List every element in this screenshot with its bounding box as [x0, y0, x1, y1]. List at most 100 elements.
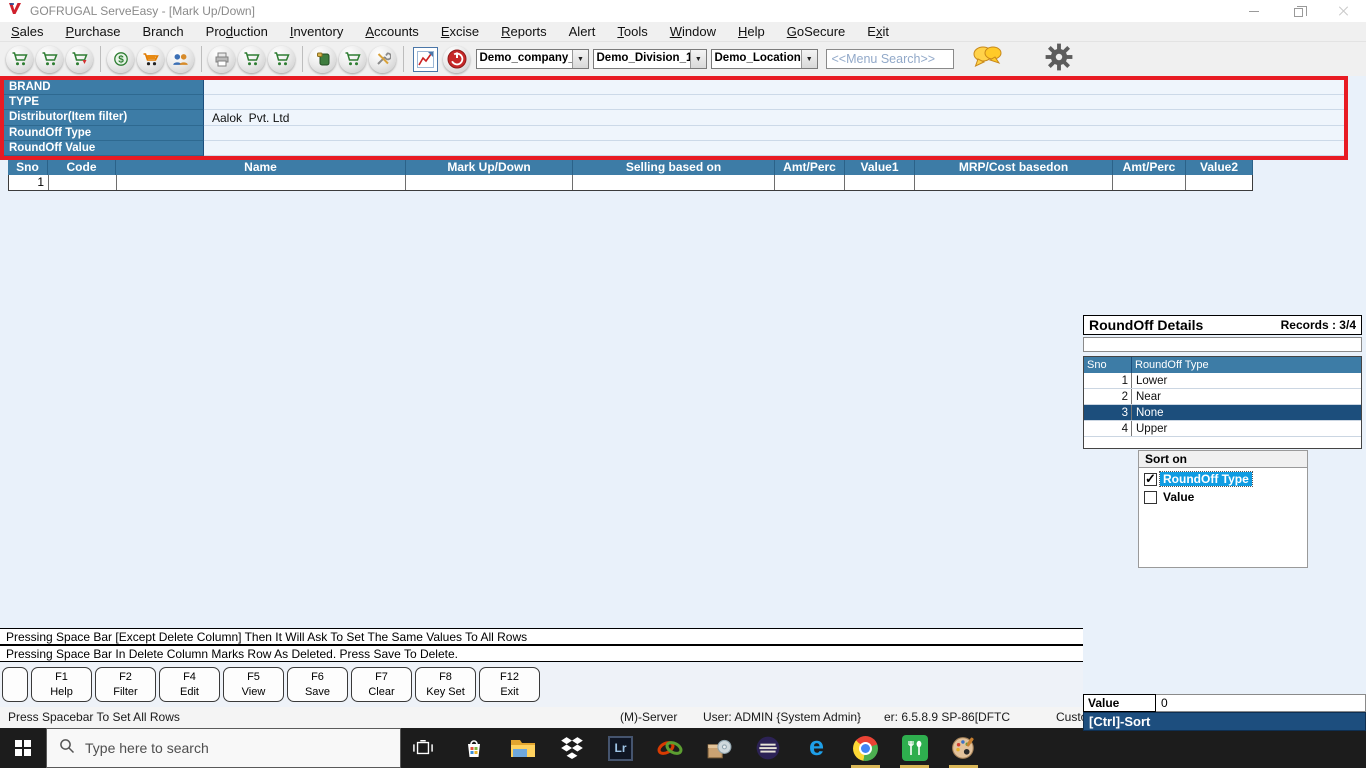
menu-production[interactable]: Production: [195, 22, 279, 42]
roundoff-row-lower[interactable]: 1 Lower: [1084, 373, 1361, 389]
location-dropdown-arrow-icon[interactable]: ▼: [800, 50, 817, 68]
sales-order-icon[interactable]: [36, 45, 63, 73]
print-icon[interactable]: [208, 45, 235, 73]
value-box-input[interactable]: 0: [1156, 694, 1366, 712]
minimize-button[interactable]: [1231, 0, 1276, 22]
roundoff-row-none-selected[interactable]: 3 None: [1084, 405, 1361, 421]
taskbar-app-serveeasy[interactable]: [890, 728, 939, 768]
estimate-icon[interactable]: [268, 45, 295, 73]
menu-sales[interactable]: Sales: [0, 22, 55, 42]
f4-edit-button[interactable]: F4 Edit: [159, 667, 220, 702]
brand-value[interactable]: [204, 80, 1344, 95]
row1-sellingbased[interactable]: [573, 175, 775, 190]
roundoff-type-value[interactable]: [204, 126, 1344, 141]
distributor-value[interactable]: Aalok Pvt. Ltd: [204, 110, 1344, 126]
edge-icon: e: [808, 731, 825, 761]
menu-reports[interactable]: Reports: [490, 22, 558, 42]
menu-purchase[interactable]: Purchase: [55, 22, 132, 42]
tools-icon[interactable]: [369, 45, 396, 73]
menu-accounts[interactable]: Accounts: [354, 22, 429, 42]
taskbar-app-paint[interactable]: [939, 728, 988, 768]
sales-return-icon[interactable]: [66, 45, 93, 73]
grid-row-1[interactable]: 1: [8, 175, 1253, 191]
menu-excise[interactable]: Excise: [430, 22, 490, 42]
f6-save-button[interactable]: F6 Save: [287, 667, 348, 702]
taskbar-app-lightroom[interactable]: Lr: [596, 728, 645, 768]
taskbar-app-edge[interactable]: e: [792, 728, 841, 768]
division-dropdown-value: Demo_Division_1: [596, 52, 691, 64]
taskbar-app-installer[interactable]: [694, 728, 743, 768]
taskbar-app-visual-studio[interactable]: [645, 728, 694, 768]
sales-bill-icon[interactable]: [6, 45, 33, 73]
form-row-type[interactable]: TYPE: [4, 95, 1344, 110]
taskbar-app-file-explorer[interactable]: [498, 728, 547, 768]
location-dropdown[interactable]: Demo_Location ▼: [710, 49, 818, 69]
roundoff-row-near[interactable]: 2 Near: [1084, 389, 1361, 405]
sort-option-roundoff-type[interactable]: RoundOff Type: [1144, 471, 1307, 487]
f5-view-button[interactable]: F5 View: [223, 667, 284, 702]
roundoff-value-value[interactable]: [204, 141, 1344, 156]
form-row-brand[interactable]: BRAND: [4, 80, 1344, 95]
taskbar-app-dropbox[interactable]: [547, 728, 596, 768]
row1-mrpcost[interactable]: [915, 175, 1113, 190]
menu-exit[interactable]: Exit: [856, 22, 900, 42]
f8-keyset-button[interactable]: F8 Key Set: [415, 667, 476, 702]
customers-icon[interactable]: [167, 45, 194, 73]
taskbar-search[interactable]: [46, 728, 401, 768]
row1-value1[interactable]: [845, 175, 915, 190]
taskbar-app-eclipse[interactable]: [743, 728, 792, 768]
sort-option-value[interactable]: Value: [1144, 490, 1307, 504]
power-off-icon[interactable]: [443, 45, 470, 73]
f2-filter-button[interactable]: F2 Filter: [95, 667, 156, 702]
f1-help-button[interactable]: F1 Help: [31, 667, 92, 702]
quotation-icon[interactable]: [238, 45, 265, 73]
fn-blank-button[interactable]: [2, 667, 28, 702]
row1-amtperc1[interactable]: [775, 175, 845, 190]
form-row-roundoff-value[interactable]: RoundOff Value: [4, 141, 1344, 156]
stock-icon[interactable]: [309, 45, 336, 73]
row1-amtperc2[interactable]: [1113, 175, 1186, 190]
type-value[interactable]: [204, 95, 1344, 110]
company-dropdown[interactable]: Demo_company_ ▼: [475, 49, 589, 69]
roundoff-search-box[interactable]: [1083, 337, 1362, 352]
row1-value2[interactable]: [1186, 175, 1252, 190]
division-dropdown[interactable]: Demo_Division_1 ▼: [592, 49, 707, 69]
fn-label: Filter: [113, 685, 138, 698]
settings-gear-icon[interactable]: [1044, 42, 1074, 77]
windows-logo-icon: [15, 740, 31, 756]
taskbar-search-input[interactable]: [85, 740, 365, 756]
menu-help[interactable]: Help: [727, 22, 776, 42]
purchase-cart-icon[interactable]: [137, 45, 164, 73]
menu-gosecure[interactable]: GoSecure: [776, 22, 857, 42]
division-dropdown-arrow-icon[interactable]: ▼: [690, 50, 706, 68]
restore-button[interactable]: [1276, 0, 1321, 22]
col-amtperc1: Amt/Perc: [775, 160, 845, 175]
chat-bubbles-icon[interactable]: [972, 45, 1002, 74]
f12-exit-button[interactable]: F12 Exit: [479, 667, 540, 702]
f7-clear-button[interactable]: F7 Clear: [351, 667, 412, 702]
menu-tools[interactable]: Tools: [606, 22, 658, 42]
taskbar-app-store[interactable]: [449, 728, 498, 768]
item-cart-icon[interactable]: [339, 45, 366, 73]
row1-markupdown[interactable]: [406, 175, 573, 190]
taskbar-app-chrome[interactable]: [841, 728, 890, 768]
value-checkbox[interactable]: [1144, 490, 1157, 504]
report-chart-icon[interactable]: [412, 46, 438, 72]
start-button[interactable]: [0, 728, 46, 768]
row1-name[interactable]: [117, 175, 406, 190]
task-view-button[interactable]: [401, 728, 445, 768]
row1-code[interactable]: [49, 175, 117, 190]
row1-sno[interactable]: 1: [9, 175, 49, 190]
form-row-roundoff-type[interactable]: RoundOff Type: [4, 126, 1344, 141]
menu-window[interactable]: Window: [659, 22, 727, 42]
menu-inventory[interactable]: Inventory: [279, 22, 355, 42]
menu-search-input[interactable]: [825, 49, 954, 69]
payment-icon[interactable]: $: [107, 45, 134, 73]
roundoff-type-checkbox[interactable]: [1144, 471, 1157, 487]
menu-alert[interactable]: Alert: [558, 22, 607, 42]
close-button[interactable]: [1321, 0, 1366, 22]
form-row-distributor[interactable]: Distributor(Item filter) Aalok Pvt. Ltd: [4, 110, 1344, 126]
roundoff-row-upper[interactable]: 4 Upper: [1084, 421, 1361, 437]
company-dropdown-arrow-icon[interactable]: ▼: [572, 50, 588, 68]
menu-branch[interactable]: Branch: [131, 22, 194, 42]
